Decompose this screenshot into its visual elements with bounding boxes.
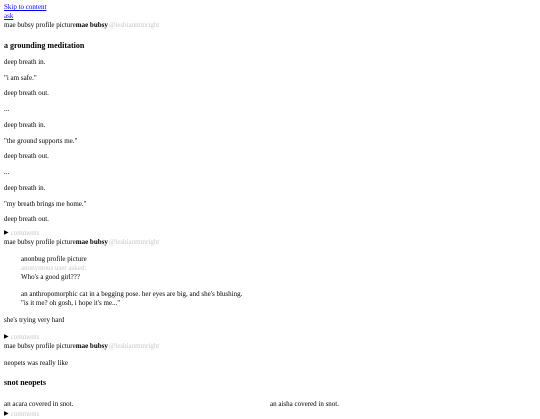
post-body: neopets was really like <box>4 359 68 368</box>
post-header: mae bubsy profile picture mae bubsy @lesbi… <box>4 21 536 30</box>
post-line: "the ground supports me." <box>4 136 78 145</box>
asker-line: anonymous user asked: <box>21 264 536 273</box>
post-line: deep breath in. <box>4 183 46 192</box>
post-separator: ... <box>4 105 10 113</box>
post-title: a grounding meditation <box>4 41 85 50</box>
user-handle[interactable]: @lesbianmtnright <box>109 342 159 351</box>
post-header: mae bubsy profile picture mae bubsy @lesbi… <box>4 238 536 247</box>
post-title: snot neopets <box>4 378 47 388</box>
comments-label: comments <box>10 333 40 342</box>
skip-to-content-link[interactable]: Skip to content <box>4 3 46 12</box>
asked-label: asked: <box>68 264 87 273</box>
post: mae bubsy profile picture mae bubsy @lesbi… <box>4 342 536 419</box>
disclosure-triangle-icon: ▶ <box>4 230 9 237</box>
image-caption: "is it me? oh gosh, i hope it's me..." <box>21 299 121 308</box>
answer-text: she's trying very hard <box>4 316 65 325</box>
comments-label: comments <box>10 229 40 238</box>
post-line: deep breath in. <box>4 57 46 66</box>
comments-label: comments <box>10 410 40 419</box>
post-image: an anthropomorphic cat in a begging pose… <box>21 290 243 299</box>
comments-toggle[interactable]: ▶ comments <box>4 333 536 342</box>
post-line: deep breath in. <box>4 120 46 129</box>
disclosure-triangle-icon: ▶ <box>4 411 9 418</box>
username-link[interactable]: mae bubsy <box>76 21 108 30</box>
post: mae bubsy profile picture mae bubsy @lesbi… <box>4 238 536 342</box>
ask-box: anonbug profile picture anonymous user a… <box>21 255 536 308</box>
ask-question: Who's a good girl??? <box>21 273 80 282</box>
username-link[interactable]: mae bubsy <box>76 342 108 351</box>
comments-toggle[interactable]: ▶ comments <box>4 229 536 238</box>
post-header: mae bubsy profile picture mae bubsy @lesbi… <box>4 342 536 351</box>
asker-avatar: anonbug profile picture <box>21 255 87 264</box>
post-line: deep breath out. <box>4 89 49 98</box>
user-handle[interactable]: @lesbianmtnright <box>109 21 159 30</box>
user-handle[interactable]: @lesbianmtnright <box>109 238 159 247</box>
comments-toggle[interactable]: ▶ comments <box>4 410 536 419</box>
username-link[interactable]: mae bubsy <box>76 238 108 247</box>
asker-name: anonymous user <box>21 264 67 273</box>
avatar[interactable]: mae bubsy profile picture <box>4 238 76 247</box>
post: mae bubsy profile picture mae bubsy @lesbi… <box>4 21 536 238</box>
disclosure-triangle-icon: ▶ <box>4 334 9 341</box>
post-line: "i am safe." <box>4 73 37 82</box>
post-separator: ... <box>4 168 10 176</box>
post-line: deep breath out. <box>4 215 49 224</box>
post-line: "my breath brings me home." <box>4 199 87 208</box>
avatar[interactable]: mae bubsy profile picture <box>4 21 76 30</box>
page: Skip to content ask mae bubsy profile pi… <box>0 0 540 419</box>
avatar[interactable]: mae bubsy profile picture <box>4 342 76 351</box>
ask-link[interactable]: ask <box>4 12 13 21</box>
post-line: deep breath out. <box>4 152 49 161</box>
